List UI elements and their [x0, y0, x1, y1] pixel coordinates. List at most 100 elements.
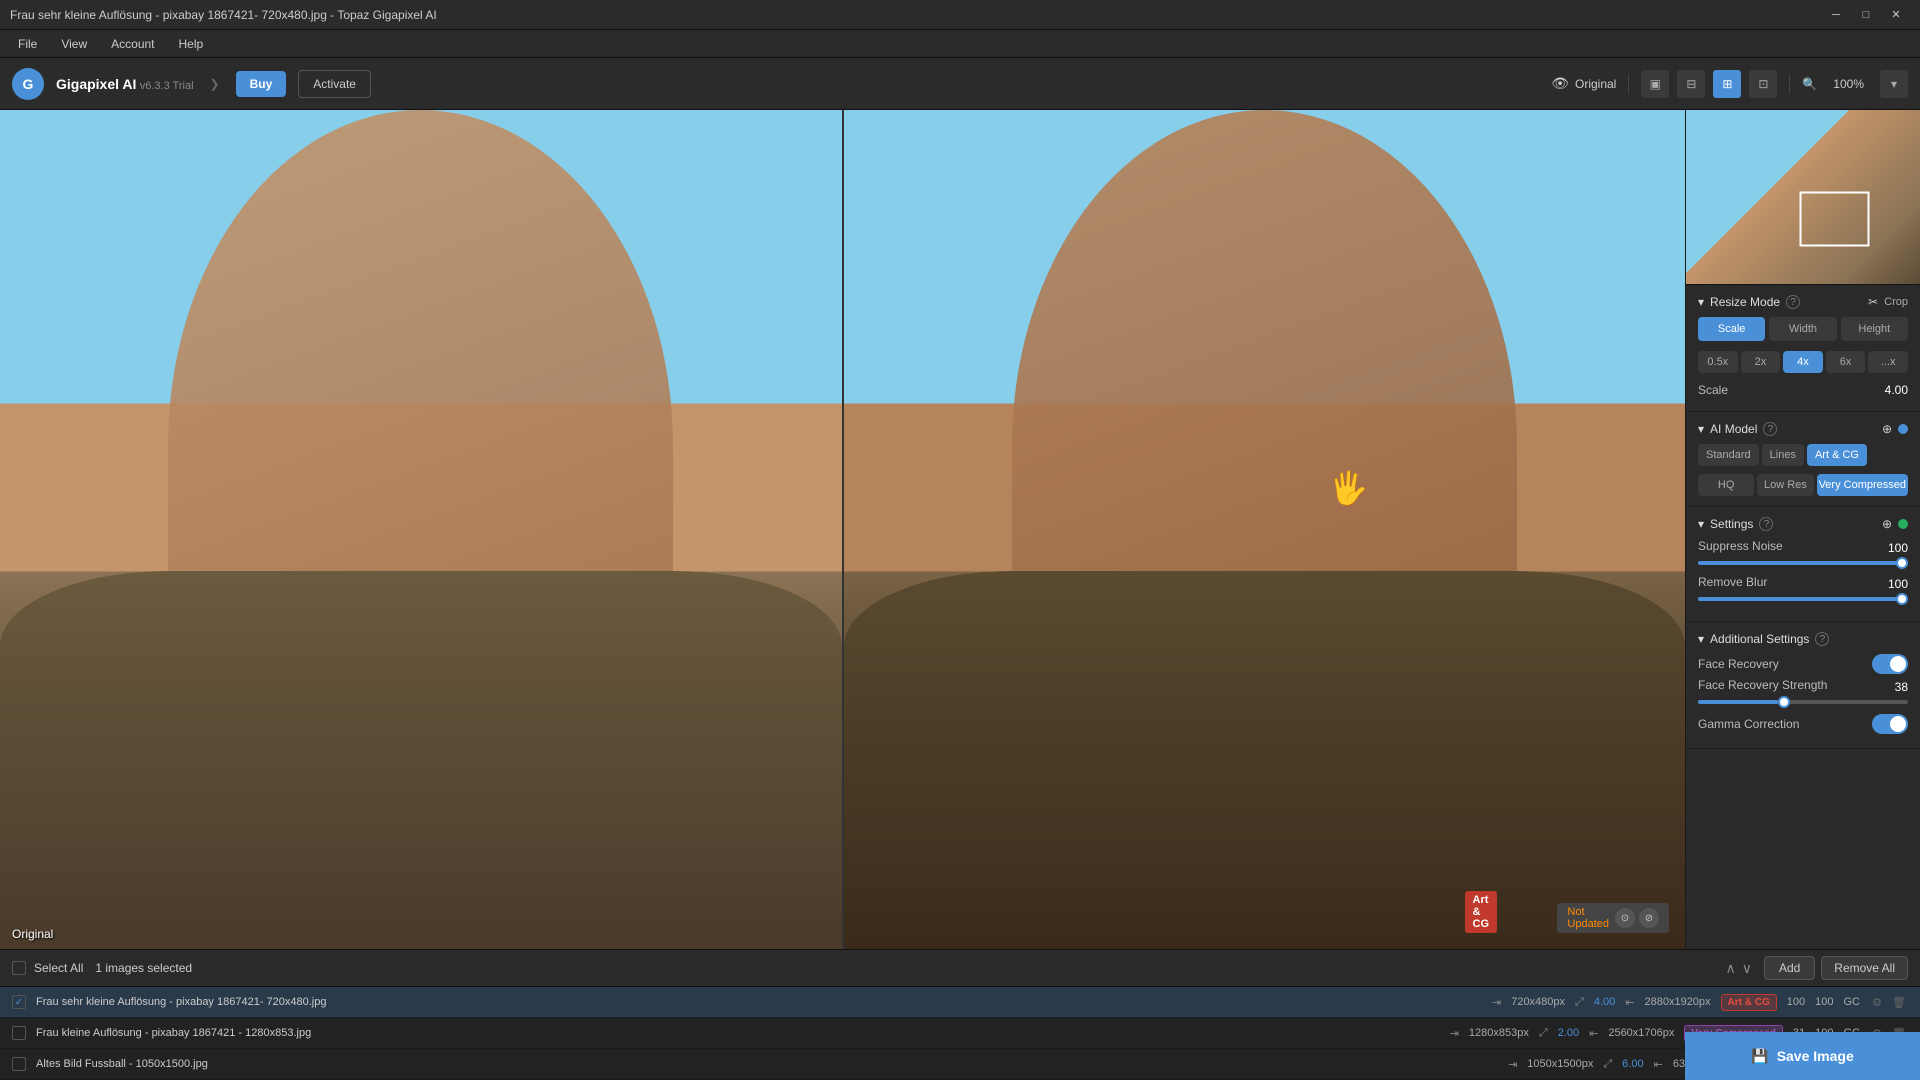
thumbnail-selection-box	[1800, 192, 1870, 247]
ai-model-right: ⊕	[1882, 422, 1908, 436]
mode-width-button[interactable]: Width	[1769, 317, 1836, 341]
face-strength-thumb[interactable]	[1778, 696, 1790, 708]
scale-1: 4.00	[1594, 996, 1615, 1008]
select-all-label[interactable]: Select All	[34, 961, 83, 975]
face-recovery-row: Face Recovery	[1698, 654, 1908, 674]
settings-section: ▾ Settings ? ⊕ Suppress Noise 100	[1686, 507, 1920, 622]
original-toggle[interactable]: 👁 Original	[1551, 75, 1616, 92]
scale-6x-button[interactable]: 6x	[1826, 351, 1866, 373]
select-all-checkbox[interactable]	[12, 961, 26, 975]
view-split-v-button[interactable]: ⊞	[1713, 70, 1741, 98]
remove-all-button[interactable]: Remove All	[1821, 956, 1908, 980]
settings-title: ▾ Settings ?	[1698, 517, 1773, 531]
view-single-button[interactable]: ▣	[1641, 70, 1669, 98]
menu-help[interactable]: Help	[169, 33, 214, 55]
menu-view[interactable]: View	[51, 33, 97, 55]
workspace: Original 🖐 Art & CG Not Updated ⊙	[0, 110, 1920, 1080]
crop-button[interactable]: Crop	[1884, 296, 1908, 308]
suppress-noise-fill	[1698, 561, 1908, 565]
file-list-header: Select All 1 images selected ∧ ∨ Add Rem…	[0, 950, 1920, 987]
buy-button[interactable]: Buy	[236, 71, 287, 97]
face-strength-value: 38	[1895, 680, 1908, 694]
view-split-h-button[interactable]: ⊟	[1677, 70, 1705, 98]
resize-mode-header[interactable]: ▾ Resize Mode ? ✂ Crop	[1698, 295, 1908, 309]
file-checkbox-3[interactable]	[12, 1057, 26, 1071]
file-checkbox-1[interactable]: ✓	[12, 995, 26, 1009]
divider2	[1789, 74, 1790, 94]
file-delete-button-1[interactable]: 🗑	[1890, 993, 1908, 1011]
image-and-panel: Original 🖐 Art & CG Not Updated ⊙	[0, 110, 1920, 949]
cursor-hand: 🖐	[1328, 469, 1368, 507]
add-button[interactable]: Add	[1764, 956, 1815, 980]
file-settings-button-1[interactable]: ⚙	[1868, 993, 1886, 1011]
suppress-noise-slider[interactable]	[1698, 561, 1908, 565]
image-viewport[interactable]: Original 🖐 Art & CG Not Updated ⊙	[0, 110, 1685, 949]
file-checkbox-2[interactable]	[12, 1026, 26, 1040]
zoom-dropdown-button[interactable]: ▾	[1880, 70, 1908, 98]
face-recovery-toggle[interactable]	[1872, 654, 1908, 674]
remove-blur-slider[interactable]	[1698, 597, 1908, 601]
rock-shape-right	[844, 571, 1686, 949]
ai-model-title: ▾ AI Model ?	[1698, 422, 1777, 436]
output-icon-3: ⇤	[1654, 1058, 1663, 1071]
file-row[interactable]: ✓ Frau sehr kleine Auflösung - pixabay 1…	[0, 987, 1920, 1018]
window-title: Frau sehr kleine Auflösung - pixabay 186…	[10, 8, 437, 22]
noise-1: 100	[1787, 996, 1805, 1008]
gc-1: GC	[1844, 996, 1861, 1008]
remove-blur-value: 100	[1888, 577, 1908, 591]
input-size-icon-1: ⇥	[1492, 996, 1501, 1009]
settings-chevron-down-icon: ▾	[1698, 517, 1704, 531]
suppress-noise-label: Suppress Noise	[1698, 539, 1783, 553]
scale-2x-button[interactable]: 2x	[1741, 351, 1781, 373]
quality-verycompressed-button[interactable]: Very Compressed	[1817, 474, 1908, 496]
gamma-correction-toggle[interactable]	[1872, 714, 1908, 734]
face-strength-slider[interactable]	[1698, 700, 1908, 704]
info-icon[interactable]: ⊘	[1639, 908, 1659, 928]
ai-chevron-down-icon: ▾	[1698, 422, 1704, 436]
additional-settings-header[interactable]: ▾ Additional Settings ?	[1698, 632, 1908, 646]
scale-05x-button[interactable]: 0.5x	[1698, 351, 1738, 373]
file-row[interactable]: Frau kleine Auflösung - pixabay 1867421 …	[0, 1018, 1920, 1049]
resize-mode-right: ✂ Crop	[1868, 295, 1908, 309]
image-canvas: Original 🖐 Art & CG Not Updated ⊙	[0, 110, 1685, 949]
suppress-noise-thumb[interactable]	[1896, 557, 1908, 569]
remove-blur-thumb[interactable]	[1896, 593, 1908, 605]
nav-down-icon[interactable]: ∨	[1742, 960, 1752, 977]
scale-4x-button[interactable]: 4x	[1783, 351, 1823, 373]
divider	[1628, 74, 1629, 94]
compare-icon[interactable]: ⊙	[1615, 908, 1635, 928]
selected-count: 1 images selected	[95, 961, 192, 975]
mode-height-button[interactable]: Height	[1841, 317, 1908, 341]
model-standard-button[interactable]: Standard	[1698, 444, 1759, 466]
resize-mode-help-icon[interactable]: ?	[1786, 295, 1800, 309]
chevron-down-icon: ▾	[1698, 295, 1704, 309]
activate-button[interactable]: Activate	[298, 70, 371, 98]
scale-value-row: Scale 4.00	[1698, 383, 1908, 397]
quality-hq-button[interactable]: HQ	[1698, 474, 1754, 496]
additional-settings-help-icon[interactable]: ?	[1815, 632, 1829, 646]
ai-model-section: ▾ AI Model ? ⊕ Standard Lines Art &	[1686, 412, 1920, 507]
minimize-button[interactable]: ─	[1822, 4, 1850, 26]
mode-scale-button[interactable]: Scale	[1698, 317, 1765, 341]
mode-buttons-group: Scale Width Height	[1698, 317, 1908, 341]
status-text: Not Updated	[1567, 906, 1609, 930]
ai-model-help-icon[interactable]: ?	[1763, 422, 1777, 436]
settings-header[interactable]: ▾ Settings ? ⊕	[1698, 517, 1908, 531]
view-quad-button[interactable]: ⊡	[1749, 70, 1777, 98]
menu-file[interactable]: File	[8, 33, 47, 55]
model-lines-button[interactable]: Lines	[1762, 444, 1804, 466]
ai-model-header[interactable]: ▾ AI Model ? ⊕	[1698, 422, 1908, 436]
model-artcg-button[interactable]: Art & CG	[1807, 444, 1867, 466]
nav-up-icon[interactable]: ∧	[1725, 960, 1735, 977]
scale-custom-button[interactable]: ...x	[1868, 351, 1908, 373]
settings-help-icon[interactable]: ?	[1759, 517, 1773, 531]
file-row[interactable]: Altes Bild Fussball - 1050x1500.jpg ⇥ 10…	[0, 1049, 1920, 1080]
face-strength-fill	[1698, 700, 1778, 704]
input-size-icon-2: ⇥	[1450, 1027, 1459, 1040]
save-image-button[interactable]: 💾 Save Image	[1685, 1032, 1920, 1080]
face-strength-row: Face Recovery Strength 38	[1698, 678, 1908, 696]
maximize-button[interactable]: □	[1852, 4, 1880, 26]
menu-account[interactable]: Account	[101, 33, 164, 55]
close-button[interactable]: ✕	[1882, 4, 1910, 26]
quality-lowres-button[interactable]: Low Res	[1757, 474, 1813, 496]
